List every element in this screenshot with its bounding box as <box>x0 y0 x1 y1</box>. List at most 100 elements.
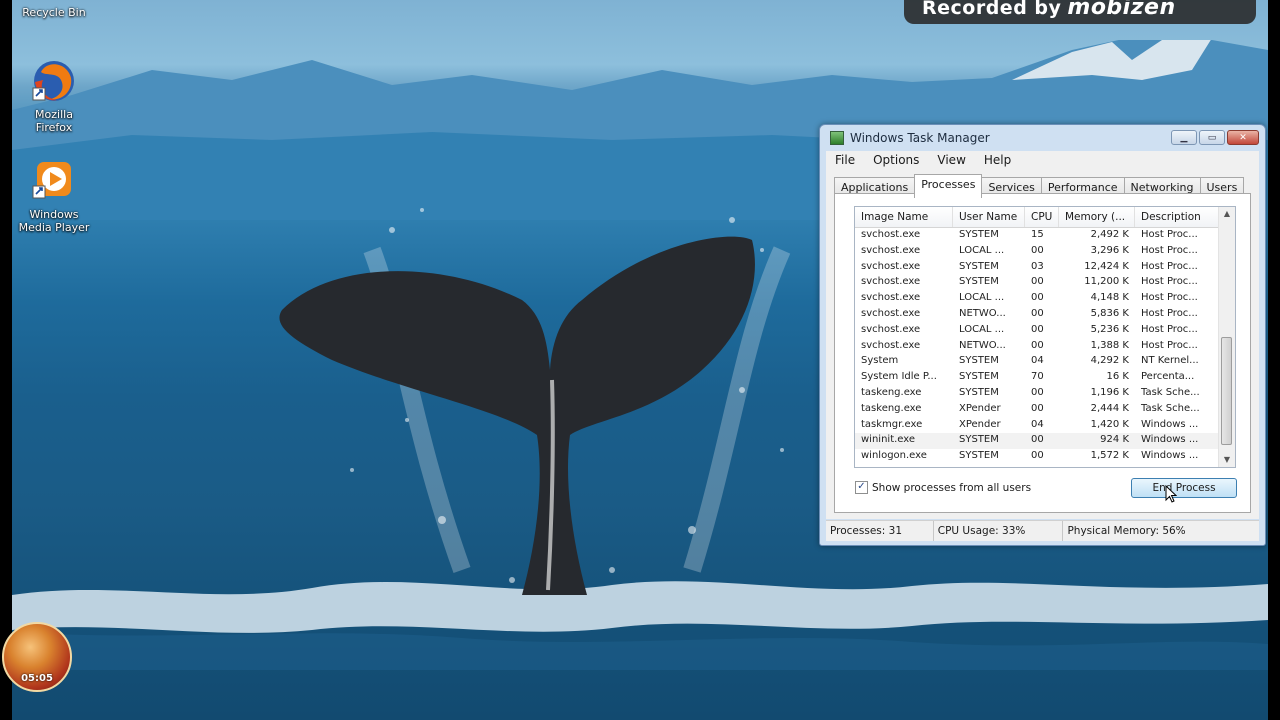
maximize-icon: ▭ <box>1207 132 1217 143</box>
cell-memory: 5,236 K <box>1090 323 1129 335</box>
cell-cpu: 00 <box>1031 402 1044 414</box>
cell-description: Host Proc... <box>1141 307 1198 319</box>
column-description[interactable]: Description <box>1135 207 1221 227</box>
cell-image-name: System Idle P... <box>861 371 937 383</box>
cell-memory: 1,196 K <box>1090 386 1129 398</box>
table-row[interactable]: wininit.exe SYSTEM 00 924 K Windows ... <box>855 433 1235 450</box>
cell-image-name: taskeng.exe <box>861 386 922 398</box>
desktop-icon-firefox[interactable]: Mozilla Firefox <box>12 58 96 134</box>
table-row[interactable]: taskeng.exe SYSTEM 00 1,196 K Task Sche... <box>855 386 1235 402</box>
cell-description: Host Proc... <box>1141 276 1198 288</box>
left-black-bar <box>0 0 12 720</box>
cell-memory: 5,836 K <box>1090 307 1129 319</box>
menu-options[interactable]: Options <box>864 153 928 167</box>
cell-cpu: 04 <box>1031 418 1044 430</box>
cell-memory: 1,572 K <box>1090 450 1129 462</box>
recorder-avatar: 05:05 <box>2 622 72 692</box>
menu-bar: File Options View Help <box>826 151 1259 169</box>
whale-tail <box>279 236 755 595</box>
cell-image-name: svchost.exe <box>861 260 921 272</box>
column-cpu[interactable]: CPU <box>1025 207 1059 227</box>
cell-cpu: 00 <box>1031 339 1044 351</box>
table-row[interactable]: svchost.exe LOCAL ... 00 5,236 K Host Proc..… <box>855 323 1235 339</box>
window-title: Windows Task Manager <box>850 131 990 145</box>
scroll-down-icon[interactable]: ▼ <box>1219 453 1235 467</box>
cell-memory: 924 K <box>1100 434 1129 446</box>
table-row[interactable]: svchost.exe SYSTEM 03 12,424 K Host Proc... <box>855 260 1235 276</box>
desktop-icon-label: Windows Media Player <box>18 208 90 234</box>
task-manager-window: Windows Task Manager ▁ ▭ ✕ File Options … <box>819 124 1266 546</box>
cell-description: Task Sche... <box>1141 402 1200 414</box>
cell-cpu: 00 <box>1031 386 1044 398</box>
mobizen-brand: mobizen <box>1067 0 1176 20</box>
maximize-button[interactable]: ▭ <box>1199 130 1225 145</box>
cell-image-name: svchost.exe <box>861 244 921 256</box>
table-row[interactable]: svchost.exe NETWO... 00 1,388 K Host Proc... <box>855 339 1235 355</box>
table-row[interactable]: System Idle P... SYSTEM 70 16 K Percenta... <box>855 370 1235 386</box>
cell-memory: 2,492 K <box>1090 229 1129 240</box>
menu-help[interactable]: Help <box>975 153 1020 167</box>
processes-tab-body: Image Name User Name CPU Memory (... Des… <box>834 193 1251 513</box>
end-process-button[interactable]: End Process <box>1131 478 1237 498</box>
table-row[interactable]: svchost.exe SYSTEM 00 11,200 K Host Proc... <box>855 275 1235 291</box>
status-processes: Processes: 31 <box>826 521 934 541</box>
cell-image-name: taskeng.exe <box>861 402 922 414</box>
table-row[interactable]: svchost.exe LOCAL ... 00 3,296 K Host Proc..… <box>855 244 1235 260</box>
tab-processes[interactable]: Processes <box>914 174 983 198</box>
cell-user-name: NETWO... <box>959 339 1006 351</box>
table-row[interactable]: svchost.exe NETWO... 00 5,836 K Host Proc... <box>855 307 1235 323</box>
cell-description: Host Proc... <box>1141 323 1198 335</box>
menu-view[interactable]: View <box>928 153 974 167</box>
desktop-icon-recycle-bin[interactable]: Recycle Bin <box>12 0 96 19</box>
cell-memory: 2,444 K <box>1090 402 1129 414</box>
recording-time: 05:05 <box>21 673 53 684</box>
column-memory[interactable]: Memory (... <box>1059 207 1135 227</box>
cell-description: Windows ... <box>1141 418 1199 430</box>
cell-description: Host Proc... <box>1141 339 1198 351</box>
menu-file[interactable]: File <box>826 153 864 167</box>
close-button[interactable]: ✕ <box>1227 130 1259 145</box>
cell-image-name: svchost.exe <box>861 323 921 335</box>
table-row[interactable]: System SYSTEM 04 4,292 K NT Kernel... <box>855 354 1235 370</box>
column-user-name[interactable]: User Name <box>953 207 1025 227</box>
cell-memory: 12,424 K <box>1084 260 1129 272</box>
table-row[interactable]: taskmgr.exe XPender 04 1,420 K Windows ... <box>855 418 1235 434</box>
minimize-button[interactable]: ▁ <box>1171 130 1197 145</box>
cell-cpu: 00 <box>1031 292 1044 304</box>
cell-description: Host Proc... <box>1141 244 1198 256</box>
cell-memory: 16 K <box>1106 371 1129 383</box>
desktop-icon-media-player[interactable]: Windows Media Player <box>12 158 96 234</box>
cell-user-name: SYSTEM <box>959 260 999 272</box>
show-all-processes-checkbox[interactable]: ✓ Show processes from all users <box>855 481 1031 494</box>
cell-user-name: LOCAL ... <box>959 244 1005 256</box>
table-row[interactable]: svchost.exe LOCAL ... 00 4,148 K Host Proc..… <box>855 291 1235 307</box>
media-player-icon <box>31 158 77 204</box>
right-black-bar <box>1268 0 1280 720</box>
scroll-up-icon[interactable]: ▲ <box>1219 207 1235 221</box>
table-row[interactable]: svchost.exe SYSTEM 15 2,492 K Host Proc... <box>855 228 1235 244</box>
vertical-scrollbar[interactable]: ▲ ▼ <box>1218 207 1235 467</box>
cell-memory: 1,388 K <box>1090 339 1129 351</box>
cell-description: Host Proc... <box>1141 260 1198 272</box>
cell-image-name: winlogon.exe <box>861 450 927 462</box>
cell-cpu: 00 <box>1031 450 1044 462</box>
table-row[interactable]: winlogon.exe SYSTEM 00 1,572 K Windows ... <box>855 449 1235 465</box>
cell-image-name: taskmgr.exe <box>861 418 923 430</box>
cell-user-name: SYSTEM <box>959 355 999 367</box>
table-row[interactable]: taskeng.exe XPender 00 2,444 K Task Sche... <box>855 402 1235 418</box>
process-table[interactable]: Image Name User Name CPU Memory (... Des… <box>854 206 1236 468</box>
cell-memory: 1,420 K <box>1090 418 1129 430</box>
cell-cpu: 00 <box>1031 323 1044 335</box>
cell-image-name: svchost.exe <box>861 339 921 351</box>
cell-user-name: LOCAL ... <box>959 323 1005 335</box>
recording-watermark: Recorded by mobizen <box>904 0 1256 24</box>
desktop-icon-label: Mozilla Firefox <box>35 108 73 134</box>
checkbox-box[interactable]: ✓ <box>855 481 868 494</box>
scroll-thumb[interactable] <box>1221 337 1232 445</box>
cell-description: Host Proc... <box>1141 292 1198 304</box>
cell-description: Windows ... <box>1141 450 1199 462</box>
title-bar[interactable]: Windows Task Manager <box>830 131 990 145</box>
column-image-name[interactable]: Image Name <box>855 207 953 227</box>
cell-image-name: wininit.exe <box>861 434 916 446</box>
window-controls: ▁ ▭ ✕ <box>1171 130 1259 145</box>
